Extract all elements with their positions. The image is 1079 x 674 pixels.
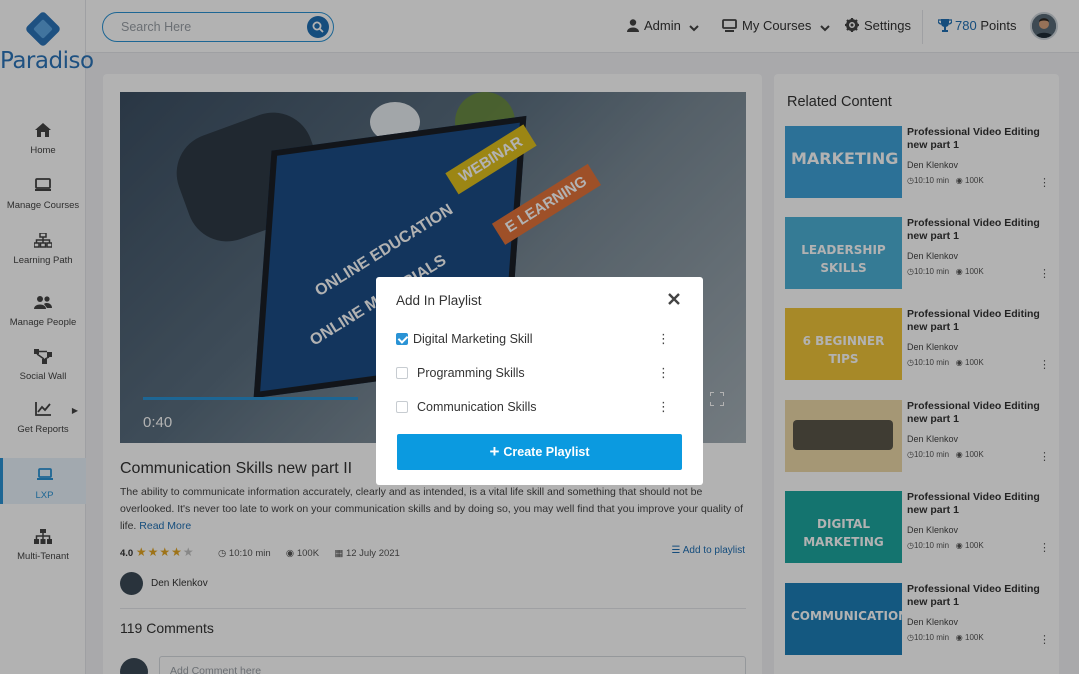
kebab-menu-icon[interactable]: ⋮ bbox=[657, 331, 670, 347]
playlist-label: Programming Skills bbox=[417, 366, 525, 380]
playlist-label: Communication Skills bbox=[417, 400, 537, 414]
playlist-checkbox[interactable] bbox=[396, 333, 408, 345]
playlist-option[interactable]: Communication Skills ⋮ bbox=[396, 398, 686, 418]
create-playlist-label: Create Playlist bbox=[503, 445, 590, 459]
kebab-menu-icon[interactable]: ⋮ bbox=[657, 365, 670, 381]
playlist-checkbox[interactable] bbox=[396, 401, 408, 413]
create-playlist-button[interactable]: + Create Playlist bbox=[397, 434, 682, 470]
close-icon[interactable] bbox=[668, 292, 680, 310]
playlist-option[interactable]: Digital Marketing Skill ⋮ bbox=[396, 330, 686, 350]
playlist-option[interactable]: Programming Skills ⋮ bbox=[396, 364, 686, 384]
modal-title: Add In Playlist bbox=[396, 293, 482, 308]
plus-icon: + bbox=[489, 442, 500, 461]
add-in-playlist-modal: Add In Playlist Digital Marketing Skill … bbox=[376, 277, 703, 485]
playlist-checkbox[interactable] bbox=[396, 367, 408, 379]
kebab-menu-icon[interactable]: ⋮ bbox=[657, 399, 670, 415]
playlist-label: Digital Marketing Skill bbox=[413, 332, 533, 346]
